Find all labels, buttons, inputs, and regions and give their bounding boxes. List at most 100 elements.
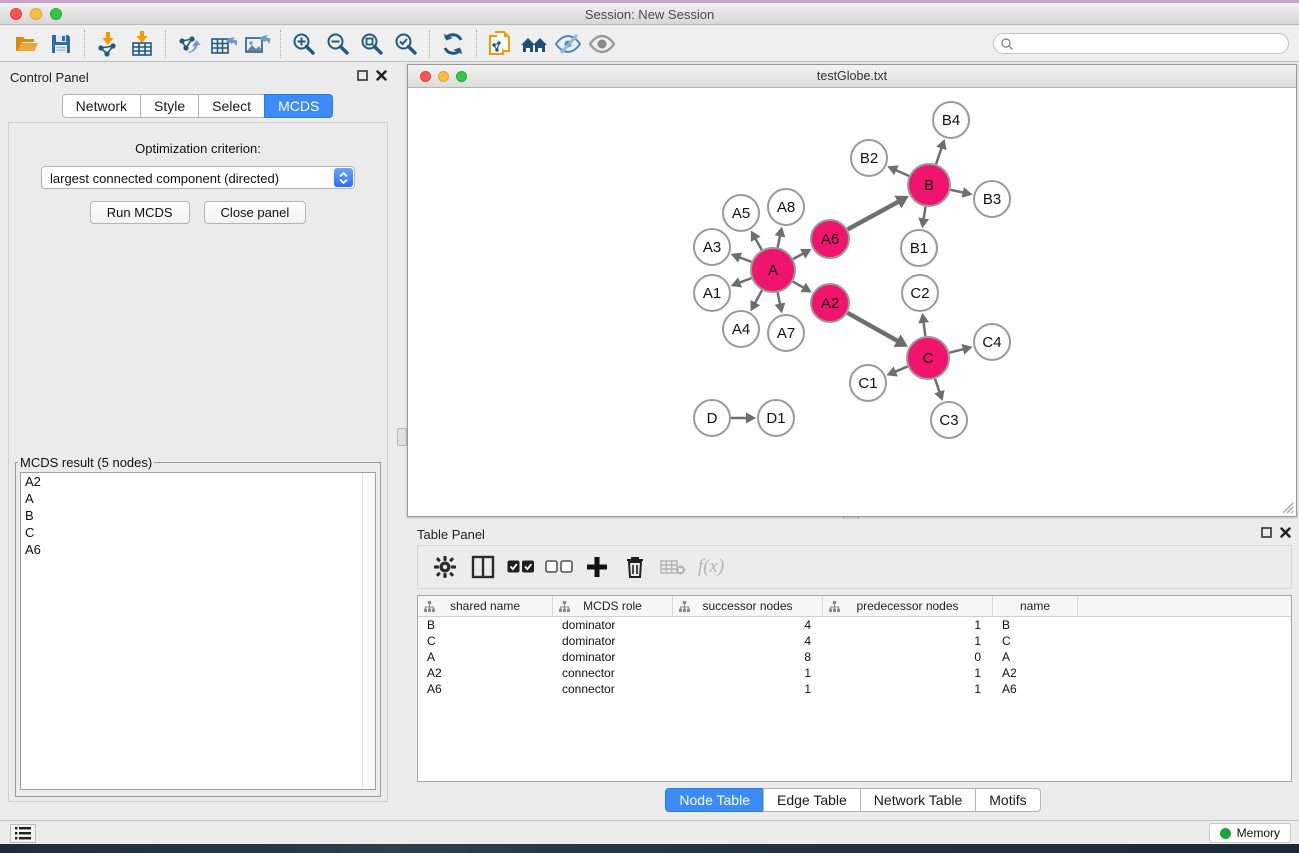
- graph-node-label-C2: C2: [910, 285, 929, 302]
- table-cell: 4: [673, 617, 823, 633]
- graph-edge-C-C2[interactable]: [923, 321, 925, 336]
- tab-mcds[interactable]: MCDS: [264, 94, 333, 118]
- network-graph[interactable]: B4B2BB3A8A5A6A3B1AA1C2A2A4A7C4CC1DD1C3: [409, 89, 1295, 516]
- column-header-MCDS-role[interactable]: MCDS role: [553, 596, 673, 616]
- save-session-icon[interactable]: [44, 29, 78, 59]
- graph-edge-A2-C[interactable]: [847, 313, 898, 342]
- deselect-all-icon[interactable]: [542, 550, 576, 584]
- zoom-fit-icon[interactable]: [355, 29, 389, 59]
- toolbar-separator: [280, 30, 281, 58]
- delete-columns-icon[interactable]: [618, 550, 652, 584]
- table-settings-icon[interactable]: [428, 550, 462, 584]
- optimization-criterion-select[interactable]: largest connected component (directed): [41, 166, 355, 189]
- table-cell: 0: [823, 649, 993, 665]
- table-cell: connector: [553, 665, 673, 681]
- graph-edge-arrow: [918, 313, 929, 324]
- graph-edge-B-B4[interactable]: [936, 147, 942, 165]
- export-table-icon[interactable]: [206, 29, 240, 59]
- table-row[interactable]: A6connector11A6: [418, 681, 1291, 697]
- close-panel-button[interactable]: Close panel: [204, 201, 307, 224]
- memory-button[interactable]: Memory: [1209, 823, 1291, 843]
- mcds-panel: Optimization criterion: largest connecte…: [8, 122, 388, 802]
- mcds-result-item[interactable]: A6: [21, 541, 375, 558]
- tab-style[interactable]: Style: [140, 94, 199, 118]
- graph-edge-A-A5[interactable]: [755, 237, 762, 250]
- column-header-shared-name[interactable]: shared name: [418, 596, 553, 616]
- vertical-divider-grip[interactable]: [397, 428, 407, 446]
- table-cell: C: [418, 633, 553, 649]
- table-row[interactable]: A2connector11A2: [418, 665, 1291, 681]
- graph-edge-arrow: [775, 303, 786, 314]
- mcds-result-item[interactable]: C: [21, 524, 375, 541]
- table-cell: A2: [993, 665, 1078, 681]
- graph-edge-B-B3[interactable]: [950, 190, 964, 193]
- export-network-icon[interactable]: [172, 29, 206, 59]
- graph-edge-C-C3[interactable]: [935, 379, 940, 394]
- column-header-predecessor-nodes[interactable]: predecessor nodes: [823, 596, 993, 616]
- search-input[interactable]: [993, 33, 1289, 54]
- task-history-button[interactable]: [10, 824, 36, 843]
- network-window-titlebar[interactable]: testGlobe.txt: [408, 65, 1296, 88]
- toolbar-separator: [476, 30, 477, 58]
- close-table-panel-icon[interactable]: [1280, 527, 1291, 538]
- network-canvas[interactable]: B4B2BB3A8A5A6A3B1AA1C2A2A4A7C4CC1DD1C3: [409, 89, 1295, 515]
- add-column-icon[interactable]: [580, 550, 614, 584]
- select-all-icon[interactable]: [504, 550, 538, 584]
- table-cell: 1: [673, 665, 823, 681]
- tab-node-table[interactable]: Node Table: [665, 788, 764, 812]
- float-panel-icon[interactable]: [357, 70, 368, 81]
- zoom-selected-icon[interactable]: [389, 29, 423, 59]
- graph-edge-arrow: [962, 344, 973, 355]
- graph-edge-A-A2[interactable]: [793, 282, 805, 289]
- show-columns-icon[interactable]: [466, 550, 500, 584]
- export-image-icon[interactable]: [240, 29, 274, 59]
- tab-network[interactable]: Network: [62, 94, 141, 118]
- show-all-icon[interactable]: [585, 29, 619, 59]
- copy-network-icon[interactable]: [483, 29, 517, 59]
- open-session-icon[interactable]: [10, 29, 44, 59]
- close-panel-icon[interactable]: [376, 70, 387, 81]
- import-network-icon[interactable]: [91, 29, 125, 59]
- app-titlebar: Session: New Session: [0, 3, 1299, 25]
- table-panel-header: Table Panel: [407, 519, 1299, 547]
- column-header-successor-nodes[interactable]: successor nodes: [673, 596, 823, 616]
- table-row[interactable]: Adominator80A: [418, 649, 1291, 665]
- zoom-out-icon[interactable]: [321, 29, 355, 59]
- network-view-window: testGlobe.txt B4B2BB3A8A5A6A3B1AA1C2A2A4…: [407, 64, 1297, 517]
- home-view-icon[interactable]: [517, 29, 551, 59]
- table-row[interactable]: Cdominator41C: [418, 633, 1291, 649]
- column-header-name[interactable]: name: [993, 596, 1078, 616]
- float-table-panel-icon[interactable]: [1261, 527, 1272, 538]
- mcds-result-items: A2ABCA6: [21, 473, 375, 558]
- zoom-in-icon[interactable]: [287, 29, 321, 59]
- control-panel-header: Control Panel: [0, 62, 395, 90]
- hide-selected-icon[interactable]: [551, 29, 585, 59]
- mcds-result-item[interactable]: A: [21, 490, 375, 507]
- run-mcds-button[interactable]: Run MCDS: [90, 201, 190, 224]
- graph-edge-A-A4[interactable]: [754, 290, 762, 304]
- graph-edge-B-B1[interactable]: [923, 207, 925, 221]
- mcds-result-item[interactable]: B: [21, 507, 375, 524]
- table-cell: 8: [673, 649, 823, 665]
- graph-edge-A-A1[interactable]: [738, 278, 751, 283]
- graph-edge-A-A3[interactable]: [738, 257, 751, 262]
- graph-node-label-A1: A1: [703, 285, 721, 302]
- mcds-result-item[interactable]: A2: [21, 473, 375, 490]
- window-resize-grip[interactable]: [1280, 500, 1294, 514]
- import-table-icon[interactable]: [125, 29, 159, 59]
- graph-edge-C-C1[interactable]: [894, 366, 908, 372]
- fx-label: f(x): [698, 556, 724, 578]
- tab-motifs[interactable]: Motifs: [975, 788, 1040, 812]
- mcds-list-scrollbar[interactable]: [362, 473, 375, 789]
- table-row[interactable]: Bdominator41B: [418, 617, 1291, 633]
- graph-edge-arrow: [775, 227, 786, 238]
- graph-edge-B-B2[interactable]: [895, 169, 909, 175]
- graph-edge-C-C4[interactable]: [949, 349, 964, 353]
- graph-edge-A6-B[interactable]: [848, 201, 900, 229]
- tab-select[interactable]: Select: [198, 94, 265, 118]
- tab-network-table[interactable]: Network Table: [860, 788, 976, 812]
- main-toolbar: [0, 26, 1299, 62]
- memory-status-icon: [1220, 828, 1231, 839]
- tab-edge-table[interactable]: Edge Table: [763, 788, 861, 812]
- apply-layout-icon[interactable]: [436, 29, 470, 59]
